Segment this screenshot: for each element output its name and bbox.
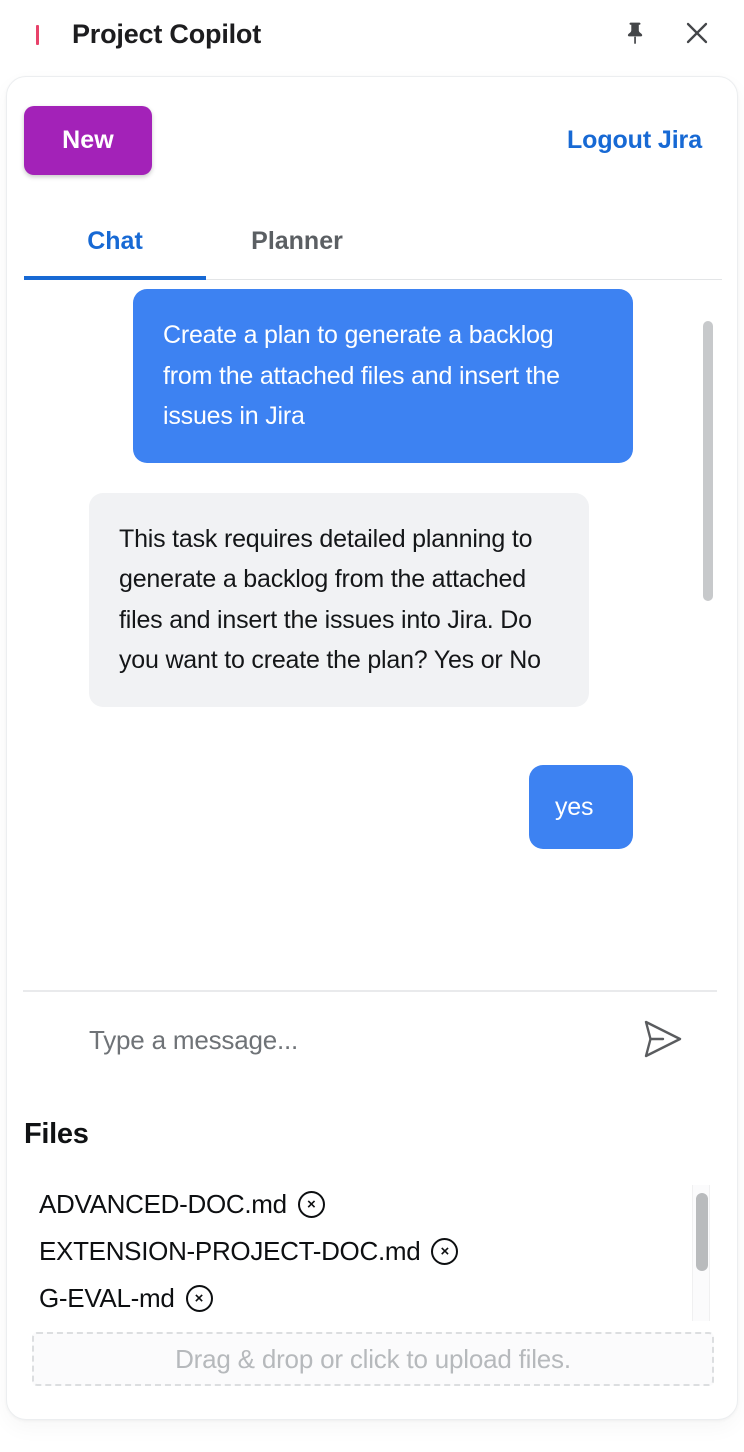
close-button[interactable] (680, 18, 714, 52)
tab-active-indicator (24, 276, 206, 280)
send-icon (641, 1018, 685, 1063)
chat-message-user: Create a plan to generate a backlog from… (7, 289, 737, 463)
panel-toolbar: New Logout Jira (7, 101, 737, 179)
copilot-panel: New Logout Jira Chat Planner Create a pl… (6, 76, 738, 1420)
chat-message-assistant: This task requires detailed planning to … (7, 492, 737, 707)
message-bubble: This task requires detailed planning to … (89, 492, 589, 707)
file-name: EXTENSION-PROJECT-DOC.md (39, 1236, 421, 1266)
remove-file-icon[interactable]: × (185, 1285, 213, 1312)
app-logo-mark (36, 24, 39, 45)
list-item: EXTENSION-PROJECT-DOC.md × (7, 1228, 737, 1275)
files-list: ADVANCED-DOC.md × EXTENSION-PROJECT-DOC.… (7, 1181, 737, 1321)
message-bubble: yes (529, 764, 633, 849)
list-item: ADVANCED-DOC.md × (7, 1181, 737, 1228)
tab-chat[interactable]: Chat (24, 205, 206, 277)
send-button[interactable] (637, 1014, 689, 1066)
message-composer (7, 992, 737, 1088)
message-gap (7, 463, 737, 493)
file-dropzone[interactable]: Drag & drop or click to upload files. (32, 1332, 714, 1386)
pin-button[interactable] (618, 18, 652, 52)
list-item: G-EVAL-md × (7, 1275, 737, 1321)
new-button[interactable]: New (24, 105, 152, 175)
window-controls (618, 18, 714, 52)
window-title-bar: Project Copilot (0, 0, 744, 69)
logout-jira-link[interactable]: Logout Jira (567, 126, 702, 155)
tab-planner[interactable]: Planner (206, 205, 388, 277)
files-scrollbar-thumb[interactable] (696, 1193, 708, 1271)
files-scrollbar[interactable] (692, 1185, 710, 1321)
tab-bar: Chat Planner (7, 205, 737, 283)
file-name: G-EVAL-md (39, 1283, 175, 1313)
pin-icon (624, 21, 646, 48)
message-gap (7, 707, 737, 765)
chat-transcript[interactable]: Create a plan to generate a backlog from… (7, 289, 737, 987)
message-bubble: Create a plan to generate a backlog from… (133, 289, 633, 463)
page-title: Project Copilot (72, 19, 262, 49)
remove-file-icon[interactable]: × (431, 1238, 459, 1265)
close-icon (684, 20, 710, 49)
file-name: ADVANCED-DOC.md (39, 1189, 287, 1219)
dropzone-label: Drag & drop or click to upload files. (175, 1343, 571, 1374)
message-input[interactable] (89, 1024, 589, 1056)
remove-file-icon[interactable]: × (297, 1191, 325, 1218)
files-section-title: Files (24, 1118, 89, 1150)
chat-message-user: yes (7, 764, 737, 849)
